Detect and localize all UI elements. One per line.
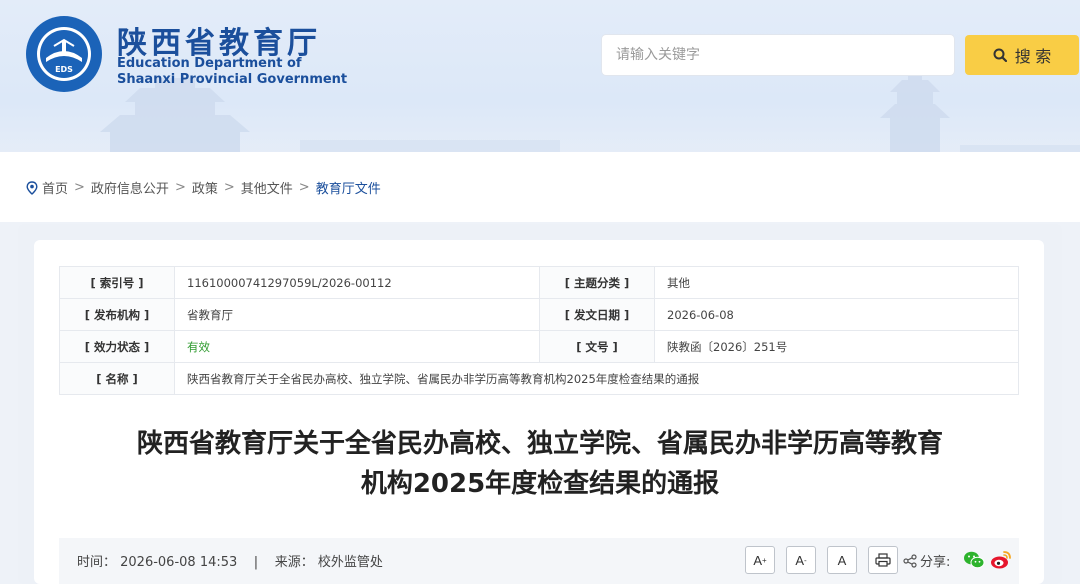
font-reset-button[interactable]: A bbox=[827, 546, 857, 574]
search-button-label: 搜 索 bbox=[1014, 49, 1052, 66]
document-meta-table: [ 索引号 ] 11610000741297059L/2026-00112 [ … bbox=[59, 266, 1019, 395]
meta-key-status: [ 效力状态 ] bbox=[59, 330, 175, 363]
breadcrumb-home[interactable]: 首页 bbox=[42, 178, 68, 197]
table-row: [ 索引号 ] 11610000741297059L/2026-00112 [ … bbox=[59, 266, 1019, 299]
search-button[interactable]: 搜 索 bbox=[965, 35, 1079, 75]
breadcrumb-gov-info[interactable]: 政府信息公开 bbox=[91, 178, 169, 197]
weibo-icon[interactable] bbox=[990, 549, 1012, 571]
font-reset-label: A bbox=[837, 552, 847, 568]
breadcrumb: 首页 > 政府信息公开 > 政策 > 其他文件 > 教育厅文件 bbox=[26, 178, 381, 197]
share-label: 分享: bbox=[903, 551, 950, 570]
logo-emblem-icon: EDS bbox=[26, 16, 102, 92]
meta-value-docno: 陕教函〔2026〕251号 bbox=[654, 330, 1019, 363]
print-icon bbox=[875, 553, 891, 567]
breadcrumb-separator: > bbox=[298, 180, 310, 195]
meta-value-publisher: 省教育厅 bbox=[174, 298, 540, 331]
meta-key-index: [ 索引号 ] bbox=[59, 266, 175, 299]
site-logo[interactable]: EDS bbox=[24, 14, 104, 94]
breadcrumb-separator: > bbox=[174, 180, 186, 195]
font-decrease-label: A bbox=[795, 552, 804, 568]
font-increase-label: A bbox=[753, 552, 762, 568]
breadcrumb-policy[interactable]: 政策 bbox=[192, 178, 218, 197]
meta-key-topic: [ 主题分类 ] bbox=[539, 266, 655, 299]
meta-value-name: 陕西省教育厅关于全省民办高校、独立学院、省属民办非学历高等教育机构2025年度检… bbox=[174, 362, 1019, 395]
article-info: 时间： 2026-06-08 14:53 | 来源： 校外监管处 bbox=[77, 555, 383, 570]
meta-value-date: 2026-06-08 bbox=[654, 298, 1019, 331]
breadcrumb-separator: > bbox=[223, 180, 235, 195]
site-title-en-line1: Education Department of bbox=[117, 56, 302, 71]
article-title-line2: 机构2025年度检查结果的通报 bbox=[360, 469, 720, 499]
table-row: [ 名称 ] 陕西省教育厅关于全省民办高校、独立学院、省属民办非学历高等教育机构… bbox=[59, 362, 1019, 395]
font-decrease-sup: - bbox=[804, 555, 807, 565]
location-icon bbox=[26, 180, 38, 195]
share-label-text: 分享: bbox=[920, 555, 951, 570]
print-button[interactable] bbox=[868, 546, 898, 574]
search-input[interactable] bbox=[602, 35, 954, 75]
article-title-line1: 陕西省教育厅关于全省民办高校、独立学院、省属民办非学历高等教育 bbox=[136, 429, 943, 459]
meta-key-date: [ 发文日期 ] bbox=[539, 298, 655, 331]
meta-key-publisher: [ 发布机构 ] bbox=[59, 298, 175, 331]
table-row: [ 发布机构 ] 省教育厅 [ 发文日期 ] 2026-06-08 bbox=[59, 298, 1019, 331]
site-title-en: Education Department of Shaanxi Provinci… bbox=[117, 56, 347, 88]
breadcrumb-other-files[interactable]: 其他文件 bbox=[241, 178, 293, 197]
font-decrease-button[interactable]: A- bbox=[786, 546, 816, 574]
article-title: 陕西省教育厅关于全省民办高校、独立学院、省属民办非学历高等教育 机构2025年度… bbox=[60, 424, 1020, 504]
meta-key-name: [ 名称 ] bbox=[59, 362, 175, 395]
meta-value-status: 有效 bbox=[174, 330, 540, 363]
meta-key-docno: [ 文号 ] bbox=[539, 330, 655, 363]
font-increase-button[interactable]: A + bbox=[745, 546, 775, 574]
logo-text: EDS bbox=[55, 65, 73, 74]
share-icon bbox=[903, 553, 917, 568]
site-title-en-line2: Shaanxi Provincial Government bbox=[117, 72, 348, 87]
site-header: EDS 陕西省教育厅 Education Department of Shaan… bbox=[0, 0, 1080, 170]
breadcrumb-separator: > bbox=[74, 180, 85, 195]
meta-value-topic: 其他 bbox=[654, 266, 1019, 299]
breadcrumb-current[interactable]: 教育厅文件 bbox=[316, 178, 381, 197]
table-row: [ 效力状态 ] 有效 [ 文号 ] 陕教函〔2026〕251号 bbox=[59, 330, 1019, 363]
wechat-icon[interactable] bbox=[963, 550, 985, 570]
search-icon bbox=[993, 48, 1007, 62]
font-increase-sup: + bbox=[762, 555, 767, 565]
meta-value-index: 11610000741297059L/2026-00112 bbox=[174, 266, 540, 299]
